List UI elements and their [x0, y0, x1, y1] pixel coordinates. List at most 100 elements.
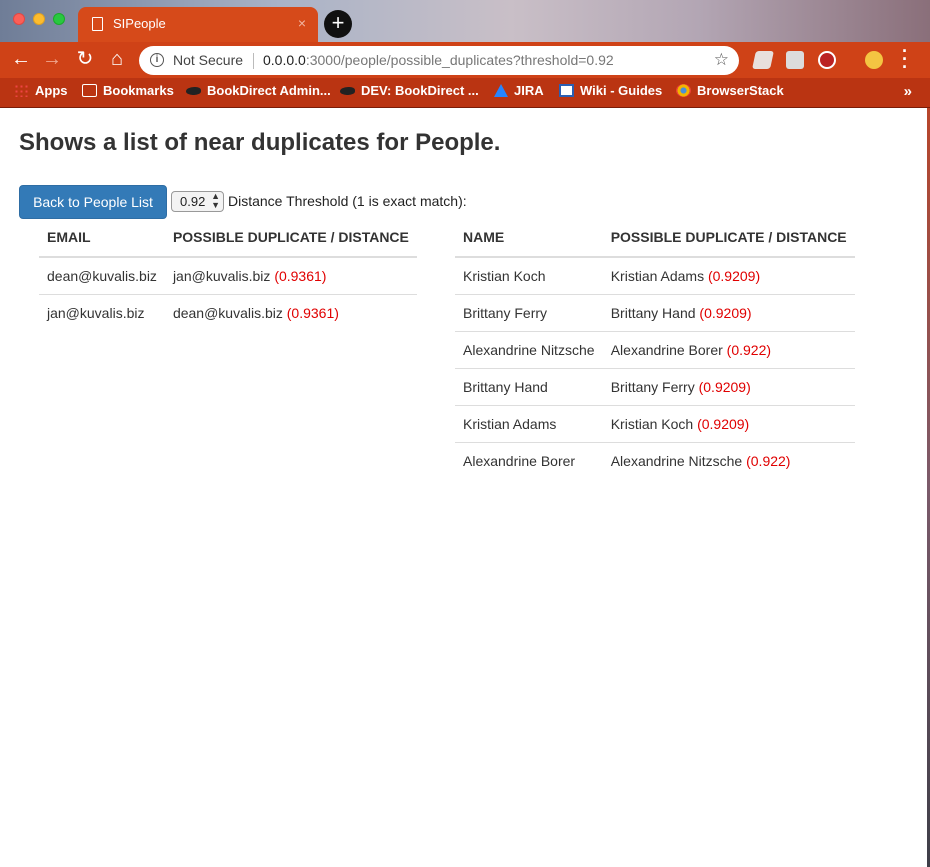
- browserstack-icon: [676, 84, 691, 97]
- duplicate-value: Alexandrine Borer: [610, 341, 723, 358]
- bird-icon: [186, 86, 201, 95]
- duplicate-value: dean@kuvalis.biz: [172, 304, 283, 321]
- table-row: dean@kuvalis.biz jan@kuvalis.biz (0.9361…: [39, 257, 417, 294]
- url-host: 0.0.0.0: [263, 52, 306, 68]
- duplicate-cell: dean@kuvalis.biz (0.9361): [164, 293, 417, 331]
- extension-icon[interactable]: [786, 51, 804, 69]
- threshold-value: 0.92: [180, 194, 206, 209]
- info-icon[interactable]: i: [150, 53, 164, 67]
- apps-grid-icon: [14, 84, 29, 97]
- page-content: Shows a list of near duplicates for Peop…: [0, 108, 927, 867]
- distance-value: (0.9209): [699, 304, 752, 321]
- table-row: Kristian Koch Kristian Adams (0.9209): [455, 257, 855, 294]
- star-icon[interactable]: ☆: [714, 50, 729, 70]
- name-duplicates-table: NAME POSSIBLE DUPLICATE / DISTANCE Krist…: [455, 217, 855, 479]
- threshold-label: Distance Threshold (1 is exact match):: [228, 193, 467, 209]
- bookmark-label: BrowserStack: [697, 83, 784, 98]
- bookmark-apps[interactable]: Apps: [14, 83, 68, 98]
- url-text[interactable]: 0.0.0.0:3000/people/possible_duplicates?…: [263, 52, 614, 68]
- home-icon[interactable]: ⌂: [105, 48, 129, 72]
- name-cell: Kristian Adams: [455, 404, 603, 442]
- table-row: Alexandrine Nitzsche Alexandrine Borer (…: [455, 330, 855, 368]
- table-row: Alexandrine Borer Alexandrine Nitzsche (…: [455, 441, 855, 479]
- table-row: Brittany Hand Brittany Ferry (0.9209): [455, 367, 855, 405]
- extension-icon[interactable]: [818, 51, 836, 69]
- table-row: jan@kuvalis.biz dean@kuvalis.biz (0.9361…: [39, 293, 417, 331]
- duplicate-cell: Kristian Koch (0.9209): [602, 404, 855, 442]
- column-header-duplicate: POSSIBLE DUPLICATE / DISTANCE: [164, 217, 417, 258]
- address-divider: [253, 53, 254, 69]
- duplicate-value: Kristian Adams: [610, 267, 705, 284]
- table-row: Brittany Ferry Brittany Hand (0.9209): [455, 293, 855, 331]
- distance-value: (0.9361): [274, 267, 327, 284]
- profile-avatar-icon[interactable]: [865, 51, 883, 69]
- tab-close-icon[interactable]: ×: [298, 15, 306, 31]
- forward-icon[interactable]: →: [40, 48, 64, 72]
- duplicate-value: Alexandrine Nitzsche: [610, 452, 743, 469]
- column-header-duplicate: POSSIBLE DUPLICATE / DISTANCE: [602, 217, 855, 258]
- distance-value: (0.9209): [697, 415, 750, 432]
- duplicate-cell: Kristian Adams (0.9209): [603, 257, 855, 294]
- bookmark-jira[interactable]: JIRA: [494, 83, 544, 98]
- duplicate-cell: Alexandrine Nitzsche (0.922): [602, 441, 855, 479]
- select-arrows-icon: ▲ ▼: [211, 191, 220, 210]
- bookmark-label: Bookmarks: [103, 83, 174, 98]
- bookmark-wiki-guides[interactable]: Wiki - Guides: [559, 83, 662, 98]
- bookmark-dev-bookdirect[interactable]: DEV: BookDirect ...: [340, 83, 479, 98]
- name-cell: Alexandrine Nitzsche: [455, 330, 603, 368]
- duplicate-value: Brittany Hand: [610, 304, 696, 321]
- duplicate-value: jan@kuvalis.biz: [172, 267, 271, 284]
- not-secure-label[interactable]: Not Secure: [173, 52, 243, 68]
- name-cell: Brittany Hand: [455, 367, 603, 405]
- more-bookmarks-icon[interactable]: »: [904, 83, 912, 100]
- back-icon[interactable]: ←: [9, 48, 33, 72]
- distance-value: (0.922): [726, 341, 772, 358]
- distance-value: (0.9209): [698, 378, 751, 395]
- bookmark-label: Wiki - Guides: [580, 83, 663, 98]
- bookmark-label: Apps: [35, 83, 68, 98]
- address-bar[interactable]: i Not Secure 0.0.0.0:3000/people/possibl…: [139, 46, 739, 75]
- duplicate-cell: jan@kuvalis.biz (0.9361): [165, 257, 417, 294]
- bookmark-label: BookDirect Admin...: [207, 83, 331, 98]
- table-row: Kristian Adams Kristian Koch (0.9209): [455, 404, 855, 442]
- duplicate-value: Brittany Ferry: [610, 378, 695, 395]
- new-tab-button[interactable]: +: [324, 10, 352, 38]
- email-cell: dean@kuvalis.biz: [47, 267, 157, 284]
- column-header-email: EMAIL: [39, 217, 165, 258]
- name-cell: Alexandrine Borer: [455, 441, 603, 479]
- window-minimize-button[interactable]: [33, 13, 45, 25]
- bookmark-bookdirect-admin[interactable]: BookDirect Admin...: [186, 83, 331, 98]
- bookmark-bookmarks[interactable]: Bookmarks: [82, 83, 174, 98]
- bookmark-browserstack[interactable]: BrowserStack: [676, 83, 784, 98]
- extension-icon[interactable]: [752, 51, 774, 69]
- bookmark-label: DEV: BookDirect ...: [361, 83, 479, 98]
- bookmark-label: JIRA: [514, 83, 544, 98]
- name-cell: Kristian Koch: [463, 267, 546, 284]
- back-to-people-list-button[interactable]: Back to People List: [19, 185, 167, 219]
- tab-title: SIPeople: [113, 16, 166, 31]
- email-cell: jan@kuvalis.biz: [39, 293, 165, 331]
- window-maximize-button[interactable]: [53, 13, 65, 25]
- distance-value: (0.922): [746, 452, 791, 469]
- page-title: Shows a list of near duplicates for Peop…: [19, 129, 501, 156]
- duplicate-cell: Alexandrine Borer (0.922): [602, 330, 855, 368]
- jira-icon: [494, 84, 508, 97]
- duplicate-cell: Brittany Ferry (0.9209): [602, 367, 855, 405]
- reload-icon[interactable]: ↻: [73, 48, 97, 72]
- browser-toolbar: ← → ↻ ⌂ i Not Secure 0.0.0.0:3000/people…: [0, 42, 930, 78]
- browser-tab[interactable]: SIPeople ×: [78, 7, 318, 42]
- name-cell: Brittany Ferry: [455, 293, 603, 331]
- page-icon: [92, 17, 103, 31]
- menu-icon[interactable]: · · ·: [902, 42, 908, 76]
- url-path: :3000/people/possible_duplicates?thresho…: [305, 52, 614, 68]
- window-close-button[interactable]: [13, 13, 25, 25]
- bird-icon: [340, 86, 355, 95]
- email-duplicates-table: EMAIL POSSIBLE DUPLICATE / DISTANCE dean…: [39, 217, 417, 331]
- threshold-select[interactable]: 0.92 ▲ ▼: [171, 191, 224, 212]
- window-titlebar: SIPeople × +: [0, 0, 930, 42]
- duplicate-value: Kristian Koch: [610, 415, 694, 432]
- folder-icon: [82, 84, 97, 97]
- distance-value: (0.9361): [286, 304, 339, 321]
- column-header-name: NAME: [455, 217, 603, 258]
- wiki-icon: [559, 84, 574, 97]
